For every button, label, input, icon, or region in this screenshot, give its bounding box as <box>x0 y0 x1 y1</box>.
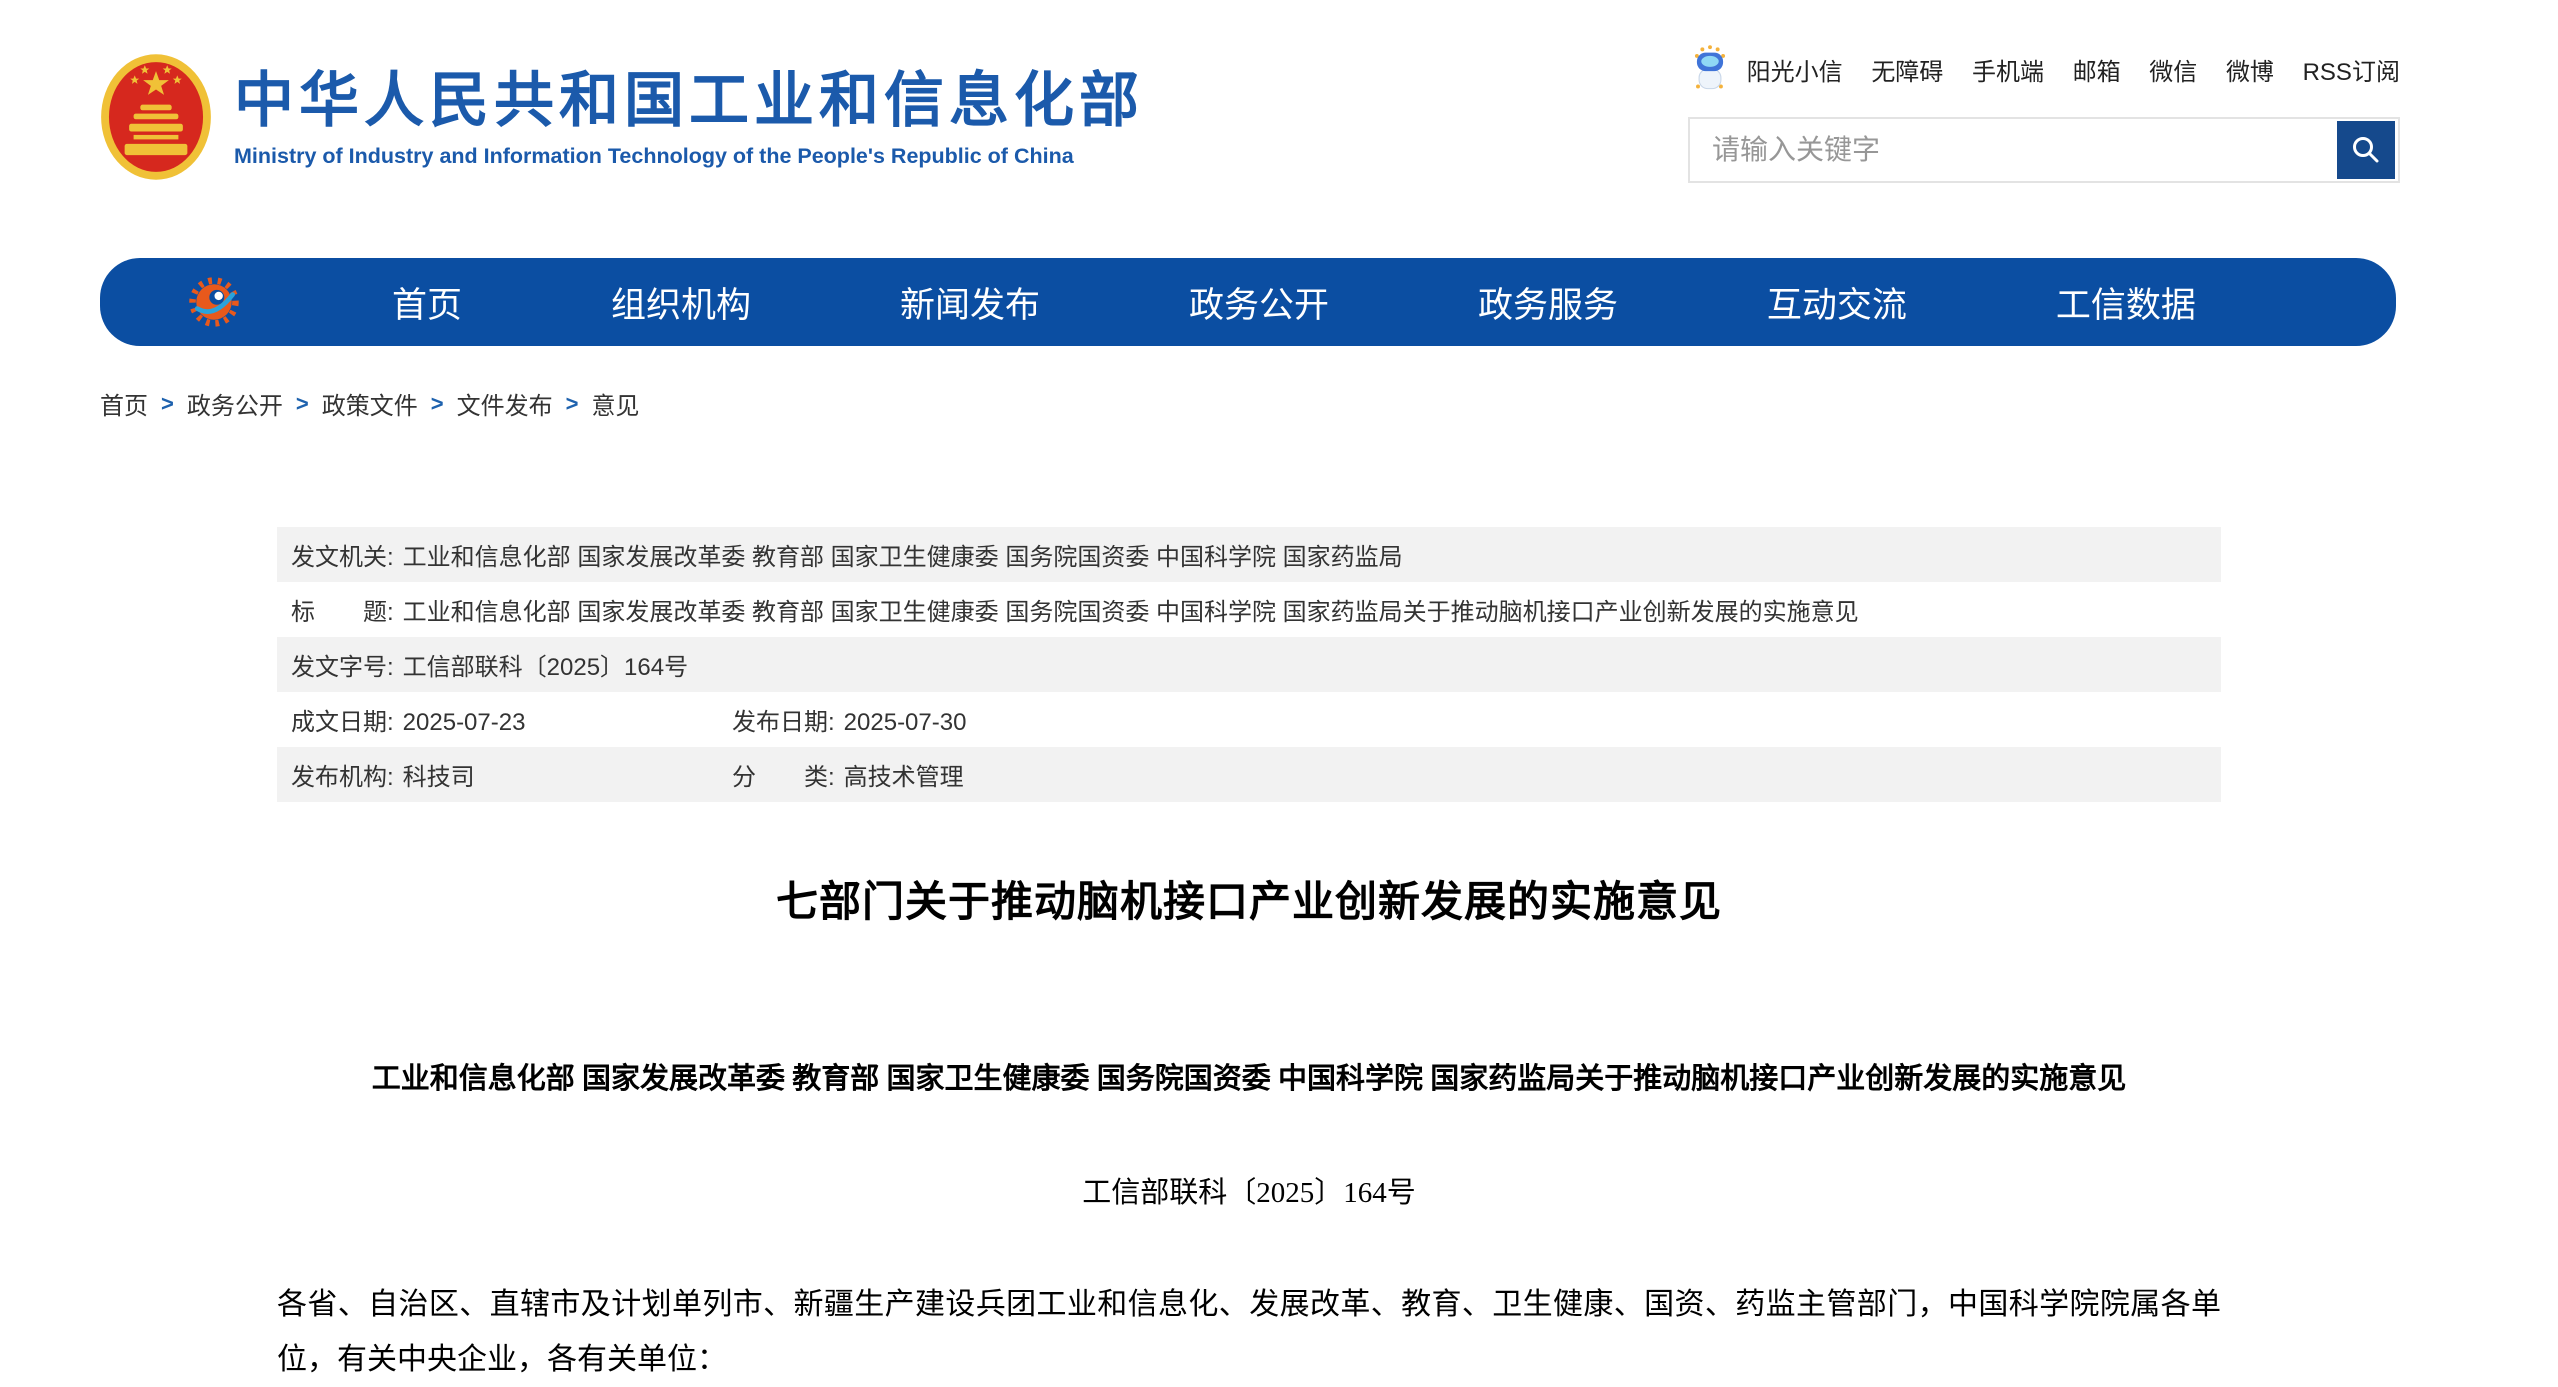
nav-item-interaction[interactable]: 互动交流 <box>1767 277 1907 328</box>
nav-item-news[interactable]: 新闻发布 <box>900 277 1040 328</box>
search-button[interactable] <box>2337 121 2395 179</box>
miit-gear-logo-icon <box>186 274 242 330</box>
site-header: 中华人民共和国工业和信息化部 Ministry of Industry and … <box>0 0 2558 230</box>
breadcrumb-separator: > <box>296 391 309 417</box>
breadcrumb-separator: > <box>431 391 444 417</box>
field-value: 高技术管理 <box>844 757 964 792</box>
site-subtitle-english: Ministry of Industry and Information Tec… <box>234 144 1144 169</box>
main-navigation: 首页 组织机构 新闻发布 政务公开 政务服务 互动交流 工信数据 <box>100 258 2396 346</box>
breadcrumb-home[interactable]: 首页 <box>100 386 148 421</box>
field-value: 工业和信息化部 国家发展改革委 教育部 国家卫生健康委 国务院国资委 中国科学院… <box>403 537 1403 572</box>
field-value: 2025-07-23 <box>403 709 526 737</box>
breadcrumb-gov-disclosure[interactable]: 政务公开 <box>187 386 283 421</box>
site-brand: 中华人民共和国工业和信息化部 Ministry of Industry and … <box>100 50 1144 184</box>
document-subtitle: 工业和信息化部 国家发展改革委 教育部 国家卫生健康委 国务院国资委 中国科学院… <box>277 1055 2221 1097</box>
table-row-publisher-category: 发布机构: 科技司 分 类: 高技术管理 <box>277 747 2221 802</box>
link-mobile[interactable]: 手机端 <box>1972 52 2044 87</box>
field-value: 科技司 <box>403 757 475 792</box>
document-body-paragraph: 各省、自治区、直辖市及计划单列市、新疆生产建设兵团工业和信息化、发展改革、教育、… <box>277 1277 2221 1387</box>
table-row-title: 标 题: 工业和信息化部 国家发展改革委 教育部 国家卫生健康委 国务院国资委 … <box>277 582 2221 637</box>
document-meta-table: 发文机关: 工业和信息化部 国家发展改革委 教育部 国家卫生健康委 国务院国资委… <box>277 527 2221 802</box>
breadcrumb-separator: > <box>161 391 174 417</box>
site-title: 中华人民共和国工业和信息化部 <box>234 68 1144 134</box>
search-icon <box>2350 134 2382 166</box>
breadcrumb-separator: > <box>566 391 579 417</box>
field-value: 工业和信息化部 国家发展改革委 教育部 国家卫生健康委 国务院国资委 中国科学院… <box>403 592 1859 627</box>
breadcrumb: 首页 > 政务公开 > 政策文件 > 文件发布 > 意见 <box>100 386 639 421</box>
document-page: 发文机关: 工业和信息化部 国家发展改革委 教育部 国家卫生健康委 国务院国资委… <box>277 527 2221 1387</box>
header-utilities: 阳光小信 无障碍 手机端 邮箱 微信 微博 RSS订阅 <box>1688 45 2400 183</box>
nav-item-organization[interactable]: 组织机构 <box>611 277 751 328</box>
field-label: 发布机构: <box>291 757 394 792</box>
breadcrumb-current-page: 意见 <box>591 386 639 421</box>
search-box <box>1688 117 2400 183</box>
nav-item-gov-disclosure[interactable]: 政务公开 <box>1189 277 1329 328</box>
link-rss[interactable]: RSS订阅 <box>2303 52 2400 87</box>
robot-mascot-icon <box>1688 45 1732 93</box>
search-input[interactable] <box>1690 119 2337 181</box>
table-row-doc-number: 发文字号: 工信部联科〔2025〕164号 <box>277 637 2221 692</box>
link-weibo[interactable]: 微博 <box>2226 52 2274 87</box>
link-sunshine-assistant[interactable]: 阳光小信 <box>1747 52 1843 87</box>
document-title: 七部门关于推动脑机接口产业创新发展的实施意见 <box>277 868 2221 929</box>
field-label: 分 类: <box>732 757 835 792</box>
field-label: 发文字号: <box>291 647 394 682</box>
table-row-issuing-agencies: 发文机关: 工业和信息化部 国家发展改革委 教育部 国家卫生健康委 国务院国资委… <box>277 527 2221 582</box>
field-label: 标 题: <box>291 592 394 627</box>
field-value: 2025-07-30 <box>844 709 967 737</box>
breadcrumb-document-release[interactable]: 文件发布 <box>457 386 553 421</box>
breadcrumb-policy-documents[interactable]: 政策文件 <box>322 386 418 421</box>
nav-item-gov-services[interactable]: 政务服务 <box>1478 277 1618 328</box>
quick-links-bar: 阳光小信 无障碍 手机端 邮箱 微信 微博 RSS订阅 <box>1688 45 2400 93</box>
field-label: 发布日期: <box>732 702 835 737</box>
nav-item-home[interactable]: 首页 <box>392 277 462 328</box>
link-wechat[interactable]: 微信 <box>2149 52 2197 87</box>
table-row-dates: 成文日期: 2025-07-23 发布日期: 2025-07-30 <box>277 692 2221 747</box>
link-accessibility[interactable]: 无障碍 <box>1871 52 1943 87</box>
field-value: 工信部联科〔2025〕164号 <box>403 647 688 682</box>
field-label: 发文机关: <box>291 537 394 572</box>
link-mail[interactable]: 邮箱 <box>2073 52 2121 87</box>
document-number: 工信部联科〔2025〕164号 <box>277 1169 2221 1211</box>
national-emblem-icon <box>100 50 212 184</box>
nav-item-miit-data[interactable]: 工信数据 <box>2056 277 2196 328</box>
field-label: 成文日期: <box>291 702 394 737</box>
